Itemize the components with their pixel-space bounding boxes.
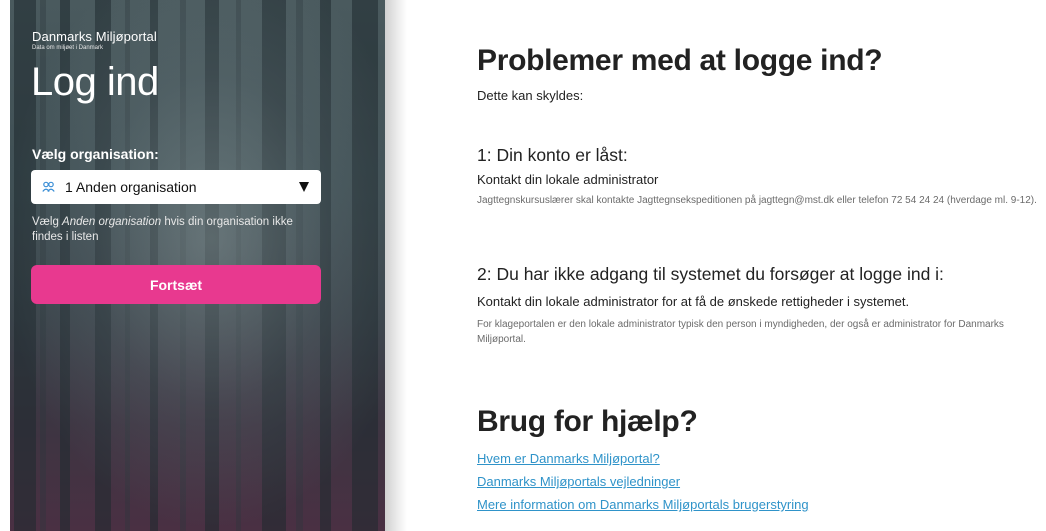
continue-button[interactable]: Fortsæt <box>31 265 321 304</box>
problem-1-heading: 1: Din konto er låst: <box>477 145 628 165</box>
help-link-about[interactable]: Hvem er Danmarks Miljøportal? <box>477 451 660 466</box>
brand-tagline: Data om miljøet i Danmark <box>32 45 104 51</box>
brand-name: Danmarks Miljøportal <box>32 29 157 44</box>
left-edge <box>0 0 10 531</box>
people-icon <box>42 181 55 192</box>
organisation-select[interactable]: 1 Anden organisation <box>31 170 321 204</box>
organisation-hint-emphasis: Anden organisation <box>62 216 162 228</box>
problem-1-note: Jagttegnskursuslærer skal kontakte Jagtt… <box>477 195 1037 206</box>
problem-2-note: For klageportalen er den lokale administ… <box>477 319 1004 345</box>
panel-shadow <box>385 0 407 531</box>
problems-intro: Dette kan skyldes: <box>477 88 584 103</box>
help-link-user-management[interactable]: Mere information om Danmarks Miljøportal… <box>477 497 809 512</box>
help-link-guides[interactable]: Danmarks Miljøportals vejledninger <box>477 474 680 489</box>
organisation-hint: Vælg Anden organisation hvis din organis… <box>32 216 293 243</box>
problem-1-text: Kontakt din lokale administrator <box>477 172 659 187</box>
login-panel: Danmarks Miljøportal Data om miljøet i D… <box>0 0 385 531</box>
problem-2-text: Kontakt din lokale administrator for at … <box>477 294 910 309</box>
organisation-label: Vælg organisation: <box>32 146 159 162</box>
login-title: Log ind <box>31 60 159 104</box>
help-title: Brug for hjælp? <box>477 405 698 438</box>
dropdown-caret-icon <box>299 182 309 192</box>
organisation-selected-value: 1 Anden organisation <box>65 179 197 195</box>
problem-2-heading: 2: Du har ikke adgang til systemet du fo… <box>477 264 944 284</box>
problems-title: Problemer med at logge ind? <box>477 44 883 77</box>
